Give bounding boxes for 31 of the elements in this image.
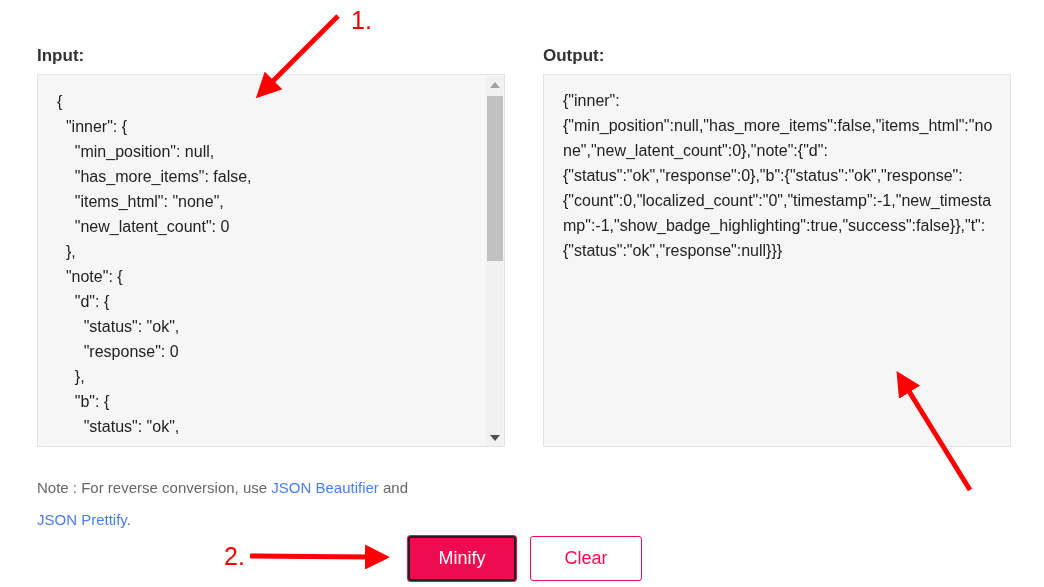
code-line: "status": "ok",: [82, 317, 181, 337]
scroll-down-icon[interactable]: [490, 435, 500, 441]
scroll-up-icon[interactable]: [490, 82, 500, 88]
input-field[interactable]: { "inner": { "min_position": null, "has_more_items": false, "items_html": "none", "new_latent_count": 0 }, "note": { "d": { "status": "ok", "response": 0 }, "b": { "status": "ok",: [37, 74, 505, 447]
code-line: "min_position": null,: [73, 142, 216, 162]
code-line: "has_more_items": false,: [73, 167, 253, 187]
link[interactable]: JSON Beautifier: [271, 479, 379, 496]
code-line: "response": 0: [82, 342, 180, 362]
scrollbar-thumb[interactable]: [487, 96, 503, 261]
note-text: and: [383, 479, 409, 496]
code-line: "status": "ok",: [82, 417, 181, 437]
code-line: "inner": {: [64, 117, 129, 137]
code-line: "note": {: [64, 267, 124, 287]
output-text: {"inner":{"min_position":null,"has_more_items":false,"items_html":"none","new_latent_count":0},"note":{"d":{"status":"ok","response":0},"b":{"status":"ok","response":{"count":0,"localized_count":"0","timestamp":-1,"new_timestamp":-1,"show_badge_highlighting":true,"success":false}},"t":{"status":"ok","response":null}}}: [562, 91, 994, 261]
code-line: "new_latent_count": 0: [73, 217, 231, 237]
code-line: "items_html": "none",: [73, 192, 225, 212]
scrollbar[interactable]: [486, 76, 503, 446]
step-number: 2.: [224, 542, 245, 571]
code-line: "d": {: [73, 292, 111, 312]
output-field[interactable]: [543, 74, 1011, 447]
minify-button[interactable]: Minify: [408, 536, 516, 581]
link[interactable]: JSON Prettify: [37, 511, 127, 528]
note-text: Note : For reverse conversion, use: [37, 479, 268, 496]
step-number: 1.: [351, 6, 372, 35]
input-label: Input:: [37, 46, 86, 67]
code-line: },: [73, 367, 86, 387]
code-line: {: [57, 92, 64, 112]
output-label: Output:: [543, 46, 606, 67]
clear-button[interactable]: Clear: [530, 536, 642, 581]
code-line: },: [64, 242, 77, 262]
code-line: "b": {: [73, 392, 111, 412]
